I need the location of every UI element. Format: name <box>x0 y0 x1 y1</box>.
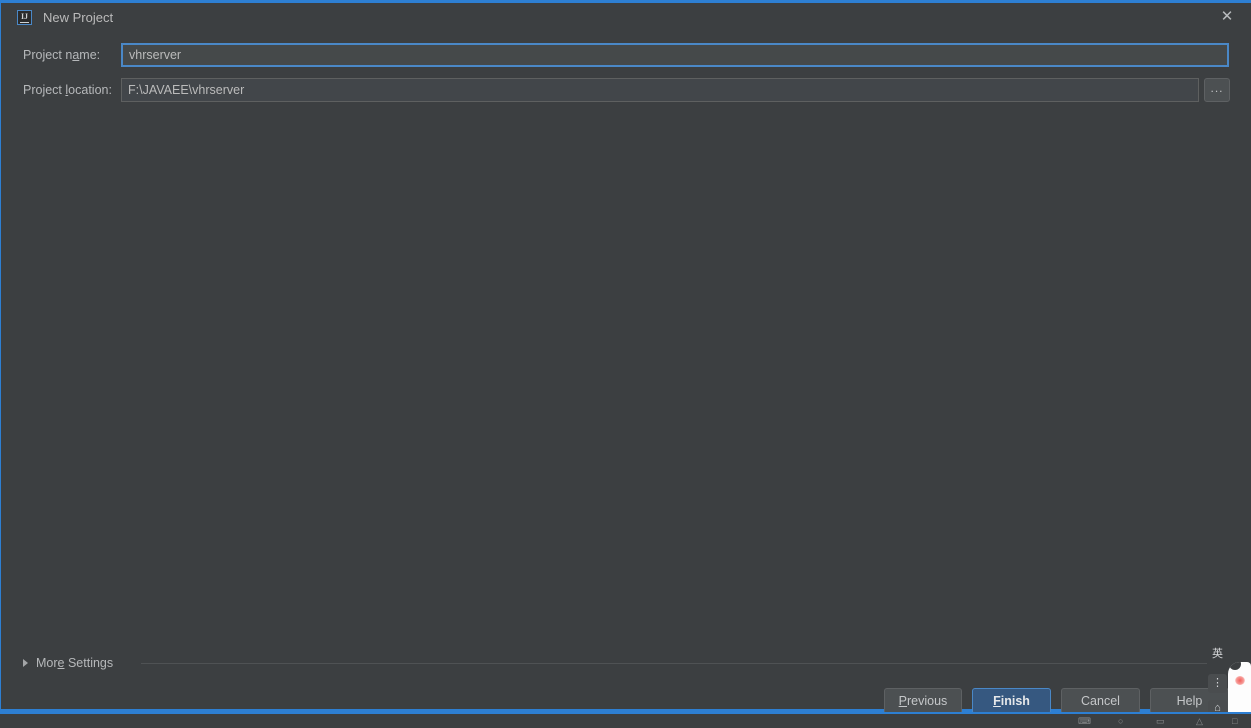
intellij-idea-icon: IJ <box>17 10 32 25</box>
project-name-row: Project name: vhrserver <box>1 43 1251 67</box>
more-settings-label: More Settings <box>36 656 114 670</box>
taskbar-accent <box>0 712 1251 714</box>
taskbar: ⌨ ○ ▭ △ □ <box>0 712 1251 728</box>
previous-button[interactable]: Previous <box>884 688 962 714</box>
finish-button[interactable]: Finish <box>972 688 1051 714</box>
taskbar-square-icon[interactable]: □ <box>1232 715 1237 727</box>
more-settings-toggle[interactable]: More Settings <box>23 654 113 672</box>
app-icon-text: IJ <box>20 12 29 21</box>
project-location-row: Project location: F:\JAVAEE\vhrserver ..… <box>1 78 1251 102</box>
taskbar-triangle-icon[interactable]: △ <box>1196 715 1203 727</box>
cancel-button[interactable]: Cancel <box>1061 688 1140 714</box>
app-icon-underline <box>20 22 29 23</box>
close-icon[interactable]: ✕ <box>1213 7 1241 27</box>
ime-menu-icon[interactable]: ⋮ <box>1208 674 1227 693</box>
project-name-input[interactable]: vhrserver <box>121 43 1229 67</box>
new-project-dialog: IJ New Project ✕ Project name: vhrserver… <box>0 0 1251 714</box>
screen: g 重 – E 4 E つ B 他 n ↓ 新 件 件 件 件 件 件 IJ <box>0 0 1251 728</box>
project-name-label: Project name: <box>23 48 101 62</box>
taskbar-keyboard-icon[interactable]: ⌨ <box>1078 715 1091 727</box>
ime-language-indicator[interactable]: 英 <box>1209 646 1226 662</box>
mascot-cheek <box>1235 676 1245 685</box>
mascot-ear <box>1229 662 1241 670</box>
taskbar-window-icon[interactable]: ▭ <box>1156 715 1165 727</box>
dialog-titlebar: IJ New Project ✕ <box>1 3 1251 31</box>
chevron-right-icon <box>23 659 28 667</box>
taskbar-circle-icon[interactable]: ○ <box>1118 715 1123 727</box>
more-settings-divider <box>141 663 1207 664</box>
project-location-label: Project location: <box>23 83 112 97</box>
project-location-input[interactable]: F:\JAVAEE\vhrserver <box>121 78 1199 102</box>
dialog-title: New Project <box>43 10 114 25</box>
browse-location-button[interactable]: ... <box>1204 78 1230 102</box>
